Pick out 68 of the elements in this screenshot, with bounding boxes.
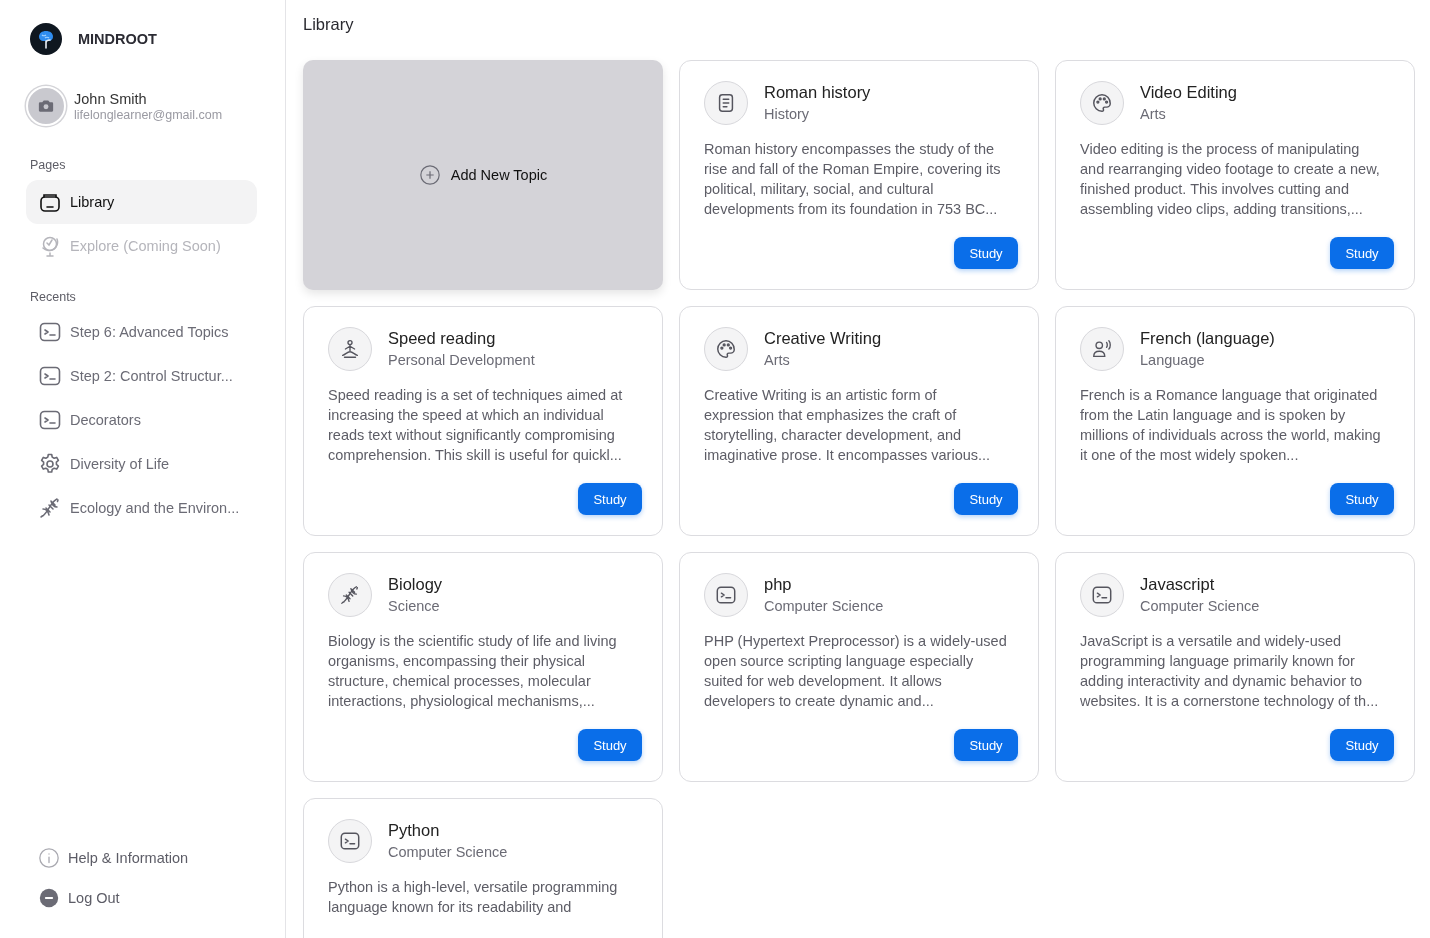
- topic-category: Arts: [1140, 106, 1167, 122]
- study-button[interactable]: Study: [578, 729, 642, 761]
- topic-category: Language: [1140, 352, 1206, 368]
- terminal-icon: [1091, 584, 1113, 606]
- topic-description: JavaScript is a versatile and widely-used programming language primarily known for adding interactivity and dynamic behavior to websites. It is a cornerstone technology of th...: [1080, 632, 1380, 711]
- topic-title: Speed reading: [388, 329, 497, 348]
- dna-icon: [38, 496, 62, 520]
- brain-logo-icon: [30, 23, 62, 55]
- topic-description: French is a Romance language that originated from the Latin language and is spoken by millions of individuals across the world, making it one of the most widely spoken...: [1080, 386, 1382, 465]
- topic-title: Python: [388, 821, 441, 840]
- topic-title: Video Editing: [1140, 83, 1237, 102]
- topic-title: php: [764, 575, 793, 594]
- terminal-icon: [38, 320, 62, 344]
- dna-icon: [339, 584, 361, 606]
- avatar-camera-icon[interactable]: [26, 86, 66, 126]
- recent-item[interactable]: Ecology and the Environ...: [26, 486, 257, 530]
- speaking-person-icon: [1091, 338, 1113, 360]
- terminal-icon: [339, 830, 361, 852]
- terminal-icon: [715, 584, 737, 606]
- minus-circle-icon: [38, 887, 60, 909]
- topic-category: Personal Development: [388, 352, 535, 368]
- section-heading: Pages: [30, 158, 67, 172]
- topic-category: Computer Science: [388, 844, 508, 860]
- plus-circle-icon: [418, 164, 441, 186]
- terminal-icon: [38, 408, 62, 432]
- info-icon: [38, 847, 60, 869]
- section-heading: Recents: [30, 290, 77, 304]
- topic-title: Biology: [388, 575, 443, 594]
- gear-icon: [38, 452, 62, 476]
- brand-name: MINDROOT: [78, 31, 157, 47]
- recent-item[interactable]: Step 6: Advanced Topics: [26, 310, 257, 354]
- study-button[interactable]: Study: [954, 237, 1018, 269]
- topic-category: History: [764, 106, 811, 122]
- user-name: John Smith: [74, 90, 148, 107]
- add-topic-card[interactable]: Add New Topic: [303, 60, 663, 290]
- topic-category: Science: [388, 598, 441, 614]
- page-title: Library: [303, 15, 355, 34]
- topic-category: Computer Science: [1140, 598, 1260, 614]
- palette-icon: [715, 338, 737, 360]
- topic-title: Creative Writing: [764, 329, 882, 348]
- meditating-person-icon: [339, 338, 361, 360]
- recent-item[interactable]: Decorators: [26, 398, 257, 442]
- topic-title: Roman history: [764, 83, 871, 102]
- topic-description: Video editing is the process of manipulating and rearranging video footage to create a new, finished product. This involves cutting and assembling video clips, adding transitions,...: [1080, 140, 1381, 219]
- terminal-icon: [38, 364, 62, 388]
- study-button[interactable]: Study: [954, 483, 1018, 515]
- topic-description: Biology is the scientific study of life and living organisms, encompassing their physical structure, chemical processes, molecular interactions, physiological mechanisms,...: [328, 632, 618, 711]
- topic-description: Speed reading is a set of techniques aimed at increasing the speed at which an individual reads text without significantly compromising comprehension. This skill is useful for quickl...: [328, 386, 624, 465]
- topic-description: PHP (Hypertext Preprocessor) is a widely-used open source scripting language especially suited for web development. It allows developers to create dynamic and...: [704, 632, 1008, 711]
- topic-category: Computer Science: [764, 598, 884, 614]
- topic-description: Roman history encompasses the study of the rise and fall of the Roman Empire, covering its political, military, social, and cultural developments from its foundation in 753 BC...: [704, 140, 1002, 219]
- topic-title: Javascript: [1140, 575, 1216, 594]
- topic-title: French (language): [1140, 329, 1275, 348]
- topic-description: Creative Writing is an artistic form of expression that emphasizes the craft of storytelling, character development, and imaginative prose. It encompasses various...: [704, 386, 992, 465]
- study-button[interactable]: Study: [578, 483, 642, 515]
- study-button[interactable]: Study: [1330, 729, 1394, 761]
- topic-category: Arts: [764, 352, 791, 368]
- recent-item[interactable]: Diversity of Life: [26, 442, 257, 486]
- footer-link[interactable]: Log Out: [26, 878, 257, 918]
- topic-description: Python is a high-level, versatile programming language known for its readability and: [328, 878, 619, 917]
- palette-icon: [1091, 92, 1113, 114]
- study-button[interactable]: Study: [954, 729, 1018, 761]
- footer-link[interactable]: Help & Information: [26, 838, 257, 878]
- nav-item[interactable]: Library: [26, 180, 257, 224]
- recent-item[interactable]: Step 2: Control Structur...: [26, 354, 257, 398]
- study-button[interactable]: Study: [1330, 483, 1394, 515]
- study-button[interactable]: Study: [1330, 237, 1394, 269]
- user-email: lifelonglearner@gmail.com: [74, 107, 223, 122]
